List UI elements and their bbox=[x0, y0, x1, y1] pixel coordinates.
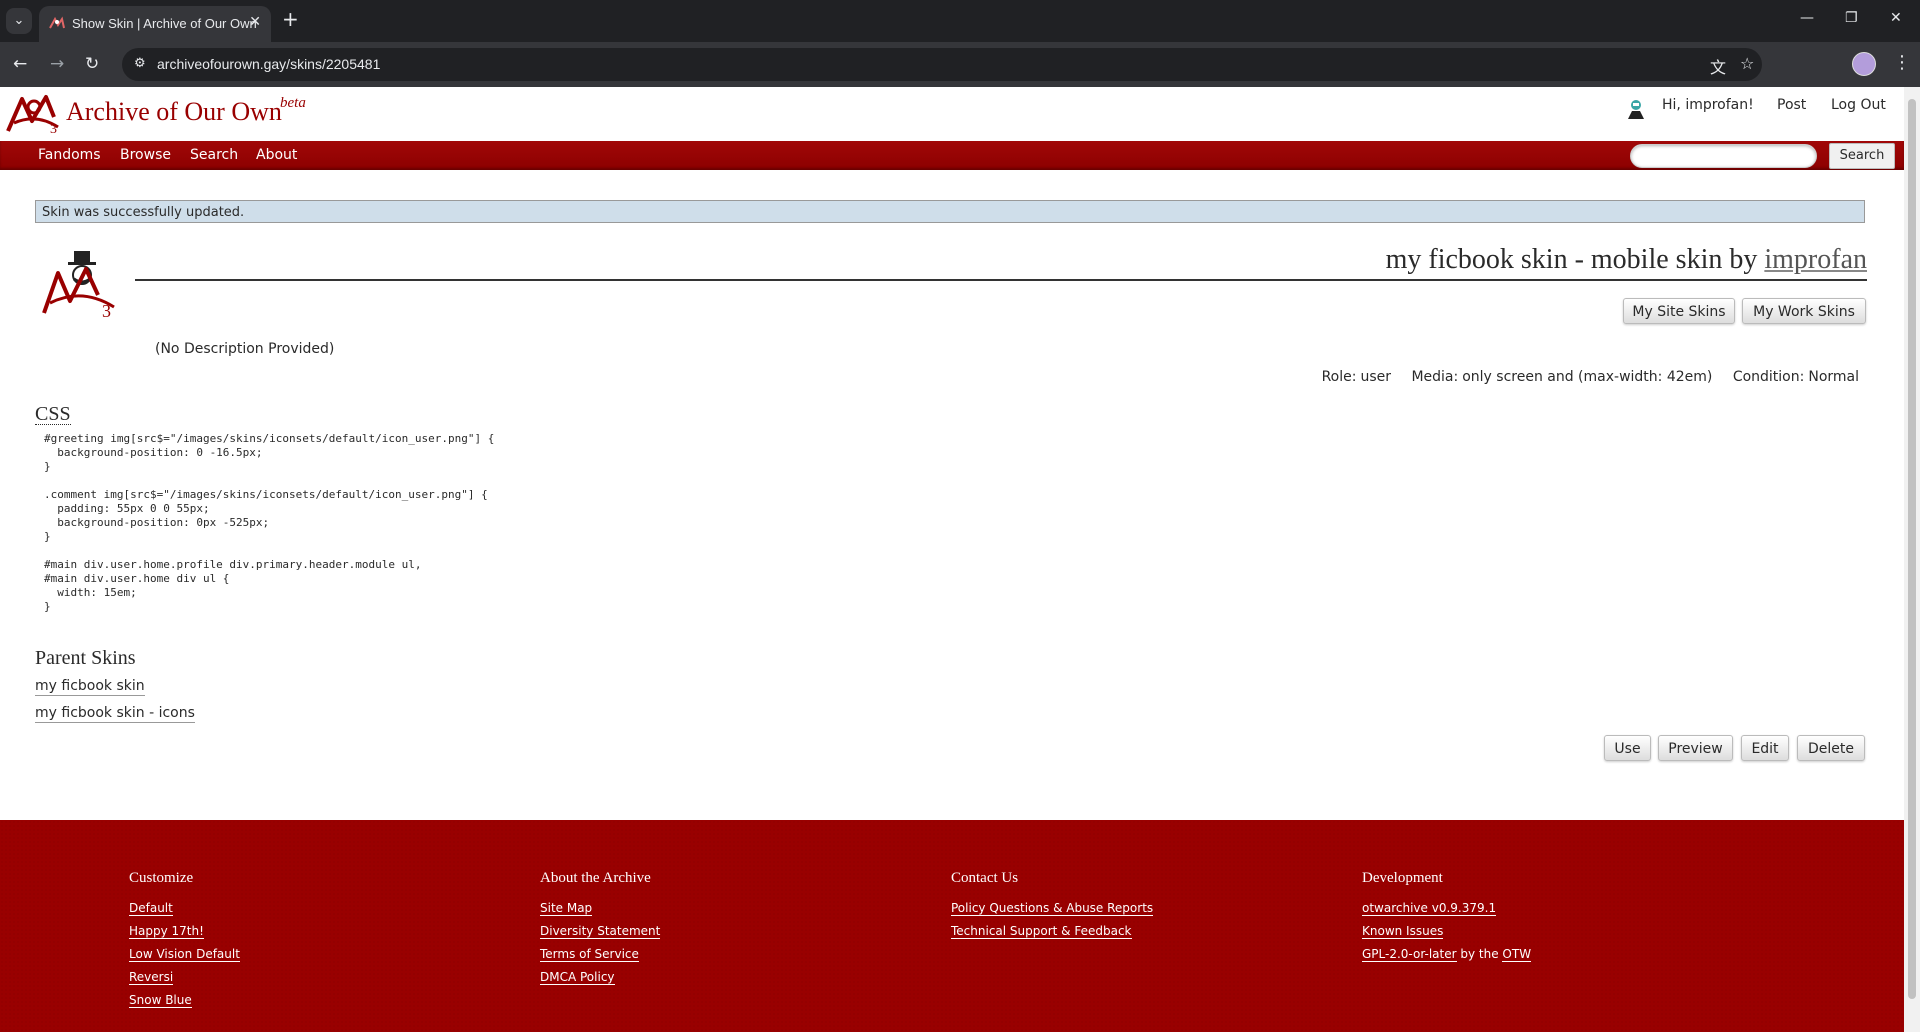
forward-icon[interactable]: → bbox=[50, 54, 64, 74]
nav-browse[interactable]: Browse bbox=[120, 147, 171, 163]
primary-navigation: Fandoms Browse Search About Search bbox=[0, 141, 1904, 170]
skin-description: (No Description Provided) bbox=[155, 341, 335, 357]
nav-search[interactable]: Search bbox=[190, 147, 238, 163]
translate-icon[interactable]: 文 bbox=[1710, 54, 1726, 78]
parent-skin-link[interactable]: my ficbook skin - icons bbox=[35, 704, 195, 723]
skin-title: my ficbook skin - mobile skin bbox=[1385, 244, 1723, 275]
footer-link[interactable]: Low Vision Default bbox=[129, 947, 240, 962]
footer-heading: Development bbox=[1362, 870, 1443, 886]
tab-search-icon[interactable]: ⌄ bbox=[6, 8, 32, 34]
new-tab-icon[interactable]: + bbox=[282, 9, 299, 29]
footer-link[interactable]: Snow Blue bbox=[129, 993, 240, 1008]
site-info-icon[interactable]: ⚙ bbox=[134, 56, 146, 71]
logout-link[interactable]: Log Out bbox=[1831, 97, 1886, 113]
preview-button[interactable]: Preview bbox=[1658, 735, 1733, 761]
tab-title: Show Skin | Archive of Our Own bbox=[72, 16, 257, 31]
tab-strip: ⌄ Show Skin | Archive of Our Own ✕ + — ❐… bbox=[0, 0, 1920, 42]
page-scrollbar[interactable] bbox=[1904, 87, 1920, 1032]
my-work-skins-button[interactable]: My Work Skins bbox=[1742, 298, 1866, 324]
heading-rule bbox=[135, 279, 1867, 281]
search-button[interactable]: Search bbox=[1829, 143, 1895, 169]
footer-heading: About the Archive bbox=[540, 870, 651, 886]
browser-toolbar: ← → ↻ ⚙ archiveofourown.gay/skins/220548… bbox=[0, 42, 1920, 87]
page-viewport: 3 Archive of Our Own beta Hi, improfan! … bbox=[0, 87, 1904, 1032]
site-header: 3 Archive of Our Own beta Hi, improfan! … bbox=[0, 87, 1904, 141]
condition-value: Normal bbox=[1808, 369, 1859, 385]
nav-fandoms[interactable]: Fandoms bbox=[38, 147, 101, 163]
site-title[interactable]: Archive of Our Own bbox=[66, 97, 282, 127]
restore-icon[interactable]: ❐ bbox=[1845, 10, 1858, 26]
ao3-logo-icon[interactable]: 3 bbox=[6, 93, 64, 135]
search-input[interactable] bbox=[1630, 144, 1817, 168]
url-text: archiveofourown.gay/skins/2205481 bbox=[157, 56, 381, 72]
nav-about[interactable]: About bbox=[256, 147, 297, 163]
window-close-icon[interactable]: ✕ bbox=[1890, 10, 1902, 26]
site-footer: Customize Default Happy 17th! Low Vision… bbox=[0, 820, 1904, 1032]
footer-heading: Contact Us bbox=[951, 870, 1019, 886]
otw-link[interactable]: OTW bbox=[1502, 947, 1532, 962]
post-link[interactable]: Post bbox=[1777, 97, 1806, 113]
skin-author-link[interactable]: improfan bbox=[1764, 244, 1867, 275]
active-tab[interactable]: Show Skin | Archive of Our Own ✕ bbox=[39, 6, 271, 42]
media-label: Media: bbox=[1411, 369, 1459, 385]
ao3-favicon-icon bbox=[49, 16, 65, 29]
footer-link[interactable]: Policy Questions & Abuse Reports bbox=[951, 901, 1154, 916]
footer-link[interactable]: otwarchive v0.9.379.1 bbox=[1362, 901, 1531, 916]
parent-skins-heading: Parent Skins bbox=[35, 647, 136, 669]
footer-link[interactable]: Known Issues bbox=[1362, 924, 1531, 939]
footer-customize: Customize Default Happy 17th! Low Vision… bbox=[129, 870, 240, 1016]
profile-avatar-icon[interactable] bbox=[1852, 52, 1876, 76]
menu-icon[interactable]: ⋮ bbox=[1893, 52, 1911, 73]
css-code-block: #greeting img[src$="/images/skins/iconse… bbox=[44, 432, 495, 613]
css-heading: CSS bbox=[35, 403, 71, 425]
footer-link[interactable]: Happy 17th! bbox=[129, 924, 240, 939]
bookmark-star-icon[interactable]: ☆ bbox=[1740, 54, 1754, 73]
scrollbar-thumb[interactable] bbox=[1908, 99, 1916, 999]
footer-development: Development otwarchive v0.9.379.1 Known … bbox=[1362, 870, 1532, 970]
flash-notice: Skin was successfully updated. bbox=[35, 200, 1865, 223]
svg-text:3: 3 bbox=[50, 122, 57, 135]
footer-link[interactable]: Diversity Statement bbox=[540, 924, 661, 939]
footer-license: GPL-2.0-or-later by the OTW bbox=[1362, 947, 1532, 962]
skin-title-heading: my ficbook skin - mobile skin by improfa… bbox=[1386, 244, 1867, 276]
use-button[interactable]: Use bbox=[1604, 735, 1651, 761]
user-icon[interactable] bbox=[1624, 97, 1648, 121]
footer-link[interactable]: Technical Support & Feedback bbox=[951, 924, 1153, 939]
media-value: only screen and (max-width: 42em) bbox=[1462, 369, 1713, 385]
delete-button[interactable]: Delete bbox=[1797, 735, 1865, 761]
beta-label: beta bbox=[280, 95, 306, 111]
footer-contact: Contact Us Policy Questions & Abuse Repo… bbox=[951, 870, 1154, 947]
role-label: Role: bbox=[1321, 369, 1357, 385]
close-icon[interactable]: ✕ bbox=[249, 14, 261, 30]
footer-heading: Customize bbox=[129, 870, 194, 886]
minimize-icon[interactable]: — bbox=[1800, 10, 1814, 26]
license-link[interactable]: GPL-2.0-or-later bbox=[1362, 947, 1457, 962]
parent-skin-link[interactable]: my ficbook skin bbox=[35, 677, 145, 696]
footer-link[interactable]: DMCA Policy bbox=[540, 970, 660, 985]
back-icon[interactable]: ← bbox=[13, 54, 27, 74]
condition-label: Condition: bbox=[1732, 369, 1805, 385]
footer-about: About the Archive Site Map Diversity Sta… bbox=[540, 870, 661, 993]
reload-icon[interactable]: ↻ bbox=[85, 54, 99, 74]
footer-link[interactable]: Site Map bbox=[540, 901, 660, 916]
footer-link[interactable]: Default bbox=[129, 901, 240, 916]
greeting[interactable]: Hi, improfan! bbox=[1662, 97, 1754, 113]
skin-meta: Role: user Media: only screen and (max-wid… bbox=[1322, 369, 1859, 385]
role-value: user bbox=[1360, 369, 1391, 385]
footer-link[interactable]: Reversi bbox=[129, 970, 240, 985]
skin-preview-icon: 3 bbox=[42, 251, 115, 321]
edit-button[interactable]: Edit bbox=[1741, 735, 1789, 761]
address-bar[interactable]: ⚙ archiveofourown.gay/skins/2205481 文 ☆ bbox=[122, 48, 1762, 81]
my-site-skins-button[interactable]: My Site Skins bbox=[1623, 298, 1735, 324]
footer-link[interactable]: Terms of Service bbox=[540, 947, 660, 962]
by-text: by bbox=[1729, 244, 1758, 275]
svg-text:3: 3 bbox=[102, 301, 111, 321]
license-by: by the bbox=[1460, 947, 1499, 961]
